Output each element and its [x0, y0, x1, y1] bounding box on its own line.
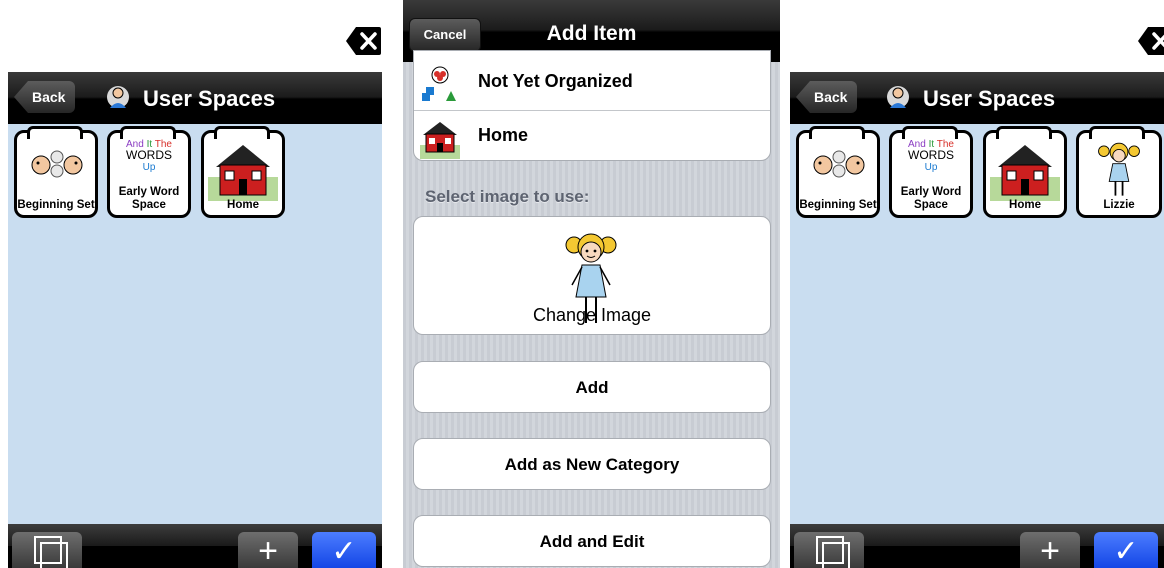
category-list: Not Yet Organized Home	[413, 50, 771, 161]
nav-title: Add Item	[546, 22, 637, 45]
add-button[interactable]: +	[1020, 532, 1080, 568]
middle-screen: Cancel Add Item Not Yet Organized Home S…	[403, 0, 780, 568]
copy-icon	[34, 536, 68, 568]
bottom-toolbar: + ✓	[790, 524, 1164, 568]
house-icon	[420, 122, 460, 159]
list-item-label: Not Yet Organized	[478, 71, 633, 91]
tile-early-word-space[interactable]: And It The WORDS Up Early Word Space	[889, 126, 973, 218]
add-button[interactable]: Add	[413, 361, 771, 413]
left-screen: Back User Spaces Beginning Set And It Th…	[8, 0, 382, 568]
done-button[interactable]: ✓	[1094, 532, 1158, 568]
top-blank-area	[8, 0, 382, 72]
talking-faces-icon	[813, 150, 865, 178]
words-art-icon: And It The WORDS Up	[126, 139, 172, 173]
add-and-edit-button[interactable]: Add and Edit	[413, 515, 771, 567]
shapes-icon	[422, 66, 456, 101]
copy-icon	[816, 536, 850, 568]
tile-beginning-set[interactable]: Beginning Set	[796, 126, 880, 218]
back-button[interactable]: Back	[796, 81, 858, 113]
list-item[interactable]: Not Yet Organized	[414, 57, 770, 109]
navigation-bar: Back User Spaces	[8, 72, 382, 124]
tile-label: Early Word Space	[900, 186, 962, 211]
tile-label: Home	[1009, 199, 1041, 211]
section-heading: Select image to use:	[425, 187, 590, 206]
girl-figure-icon	[1098, 142, 1140, 196]
tile-label: Early Word Space	[118, 186, 180, 211]
tile-beginning-set[interactable]: Beginning Set	[14, 126, 98, 218]
tile-label: Lizzie	[1103, 199, 1135, 211]
nav-title: User Spaces	[143, 86, 276, 111]
navigation-bar: Back User Spaces	[790, 72, 1164, 124]
house-icon	[208, 145, 278, 201]
delete-key-icon[interactable]	[1138, 26, 1164, 56]
list-item-label: Home	[478, 125, 529, 145]
copy-button[interactable]	[12, 532, 82, 568]
add-button[interactable]: +	[238, 532, 298, 568]
words-art-icon: And It The WORDS Up	[908, 139, 954, 173]
tile-label: Home	[227, 199, 259, 211]
bottom-toolbar: + ✓	[8, 524, 382, 568]
done-button[interactable]: ✓	[312, 532, 376, 568]
back-button[interactable]: Back	[14, 81, 76, 113]
user-avatar-icon	[887, 86, 909, 108]
change-image-button[interactable]: Change Image	[413, 216, 771, 335]
house-icon	[990, 145, 1060, 201]
tile-label: Beginning Set	[799, 199, 877, 211]
right-screen: Back User Spaces Beginning Set And It Th…	[790, 0, 1164, 568]
user-avatar-icon	[107, 86, 129, 108]
tile-early-word-space[interactable]: And It The WORDS Up Early Word Space	[107, 126, 191, 218]
add-as-new-category-button[interactable]: Add as New Category	[413, 438, 771, 490]
list-item[interactable]: Home	[414, 111, 770, 163]
top-blank-area	[790, 0, 1164, 72]
change-image-label: Change Image	[532, 305, 652, 325]
nav-title: User Spaces	[923, 86, 1056, 111]
copy-button[interactable]	[794, 532, 864, 568]
tile-lizzie[interactable]: Lizzie	[1076, 126, 1162, 218]
talking-faces-icon	[31, 150, 83, 178]
tile-home[interactable]: Home	[201, 126, 285, 218]
delete-key-icon[interactable]	[346, 26, 382, 56]
tile-home[interactable]: Home	[983, 126, 1067, 218]
tile-label: Beginning Set	[17, 199, 95, 211]
